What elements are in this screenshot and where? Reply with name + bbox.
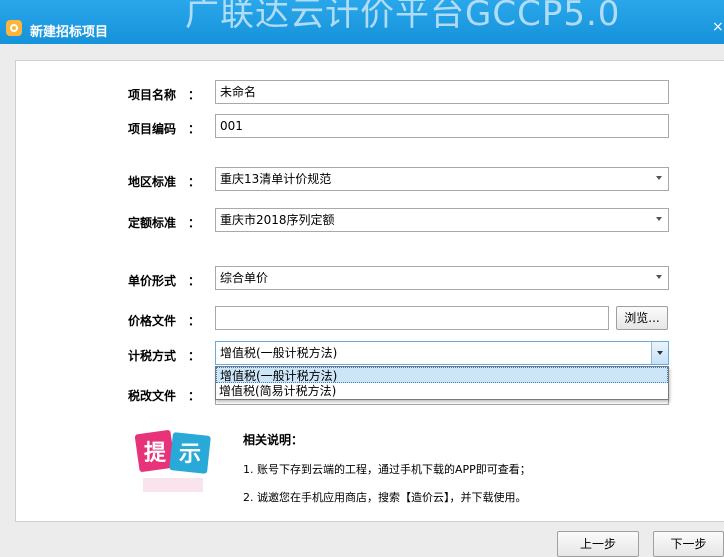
- quota-standard-select[interactable]: 重庆市2018序列定额: [215, 208, 669, 232]
- project-code-label: 项目编码: [128, 122, 177, 136]
- tax-method-value: 增值税(一般计税方法): [220, 346, 338, 360]
- region-standard-select[interactable]: 重庆13清单计价规范: [215, 167, 669, 191]
- notes-title: 相关说明：: [243, 433, 304, 447]
- tax-method-label: 计税方式: [128, 349, 177, 363]
- dropdown-option[interactable]: 增值税(简易计税方法): [216, 383, 668, 399]
- chevron-down-icon: [656, 176, 662, 180]
- browse-button[interactable]: 浏览...: [616, 306, 668, 330]
- tax-method-dropdown-list: 增值税(一般计税方法) 增值税(简易计税方法): [215, 366, 669, 400]
- tip-char-2: 示: [179, 442, 201, 467]
- region-standard-value: 重庆13清单计价规范: [220, 172, 332, 186]
- window-title: 新建招标项目: [30, 25, 109, 40]
- prev-button[interactable]: 上一步: [557, 531, 639, 557]
- colon: ：: [188, 216, 201, 230]
- project-code-input[interactable]: 001: [215, 114, 669, 138]
- colon: ：: [188, 349, 201, 363]
- next-button[interactable]: 下一步: [653, 531, 724, 557]
- app-icon: [6, 20, 22, 36]
- region-standard-label: 地区标准: [128, 175, 177, 189]
- tip-icon: 提 示: [134, 430, 211, 492]
- quota-standard-label: 定额标准: [128, 216, 177, 230]
- title-bar: 广联达云计价平台GCCP5.0 新建招标项目 ×: [0, 0, 724, 44]
- quota-standard-value: 重庆市2018序列定额: [220, 213, 335, 227]
- note-item: 1. 账号下存到云端的工程，通过手机下载的APP即可查看；: [243, 463, 531, 476]
- price-file-input[interactable]: [215, 306, 609, 330]
- dropdown-option[interactable]: 增值税(一般计税方法): [216, 367, 668, 383]
- project-name-input[interactable]: 未命名: [215, 80, 669, 104]
- colon: ：: [188, 389, 201, 403]
- tip-char-1: 提: [144, 440, 167, 466]
- unit-price-form-label: 单价形式: [128, 274, 177, 288]
- background-banner: 广联达云计价平台GCCP5.0: [185, 0, 621, 34]
- tax-reform-file-label: 税改文件: [128, 389, 177, 403]
- unit-price-form-value: 综合单价: [220, 271, 269, 285]
- note-item: 2. 诚邀您在手机应用商店，搜索【造价云】，并下载使用。: [243, 491, 527, 504]
- chevron-down-icon: [656, 217, 662, 221]
- project-name-label: 项目名称: [128, 88, 177, 102]
- colon: ：: [188, 274, 201, 288]
- unit-price-form-select[interactable]: 综合单价: [215, 266, 669, 290]
- colon: ：: [188, 175, 201, 189]
- close-icon[interactable]: ×: [712, 19, 724, 35]
- tip-reflection: [143, 478, 203, 492]
- colon: ：: [188, 122, 201, 136]
- colon: ：: [188, 88, 201, 102]
- tax-method-select[interactable]: 增值税(一般计税方法): [215, 341, 669, 365]
- price-file-label: 价格文件: [128, 314, 177, 328]
- chevron-down-icon: [657, 351, 663, 355]
- chevron-down-icon: [656, 275, 662, 279]
- dropdown-toggle[interactable]: [651, 342, 668, 364]
- colon: ：: [188, 314, 201, 328]
